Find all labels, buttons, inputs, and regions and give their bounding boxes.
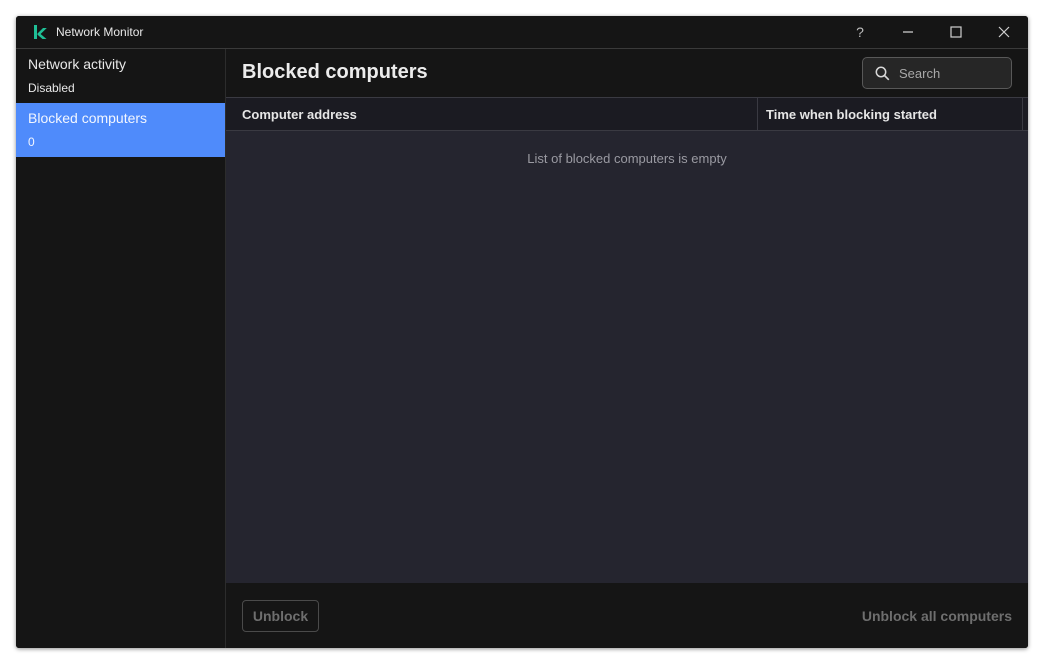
help-icon: ? xyxy=(856,24,864,40)
minimize-icon xyxy=(903,31,913,33)
network-monitor-window: Network Monitor ? Network activity Disab… xyxy=(16,16,1028,648)
search-box[interactable] xyxy=(862,57,1012,89)
unblock-all-computers-button[interactable]: Unblock all computers xyxy=(862,600,1012,632)
footer-actions: Unblock Unblock all computers xyxy=(226,583,1028,648)
kaspersky-logo-icon xyxy=(32,24,48,40)
title-bar: Network Monitor ? xyxy=(16,16,1028,49)
maximize-icon xyxy=(950,26,962,38)
blocked-computers-table: Computer address Time when blocking star… xyxy=(226,97,1028,583)
column-divider[interactable] xyxy=(1022,98,1023,131)
sidebar-item-network-activity[interactable]: Network activity Disabled xyxy=(16,49,225,103)
main-panel: Blocked computers Computer address Time … xyxy=(226,49,1028,648)
sidebar-item-count: 0 xyxy=(28,135,35,149)
close-icon xyxy=(998,26,1010,38)
sidebar-item-label: Blocked computers xyxy=(28,110,148,126)
empty-list-message: List of blocked computers is empty xyxy=(527,151,727,166)
column-header-computer-address[interactable]: Computer address xyxy=(242,98,357,131)
sidebar-item-status: Disabled xyxy=(28,81,75,95)
search-input[interactable] xyxy=(899,58,999,88)
column-header-time-blocking-started[interactable]: Time when blocking started xyxy=(766,98,937,131)
minimize-button[interactable] xyxy=(884,16,932,48)
sidebar-item-label: Network activity xyxy=(28,56,127,72)
search-icon xyxy=(875,66,890,86)
column-divider[interactable] xyxy=(757,98,758,131)
app-title: Network Monitor xyxy=(56,25,144,39)
sidebar: Network activity Disabled Blocked comput… xyxy=(16,49,226,648)
help-button[interactable]: ? xyxy=(836,16,884,48)
close-button[interactable] xyxy=(980,16,1028,48)
unblock-button[interactable]: Unblock xyxy=(242,600,319,632)
sidebar-item-blocked-computers[interactable]: Blocked computers 0 xyxy=(16,103,225,157)
table-header: Computer address Time when blocking star… xyxy=(226,97,1028,131)
page-title: Blocked computers xyxy=(242,61,428,83)
maximize-button[interactable] xyxy=(932,16,980,48)
